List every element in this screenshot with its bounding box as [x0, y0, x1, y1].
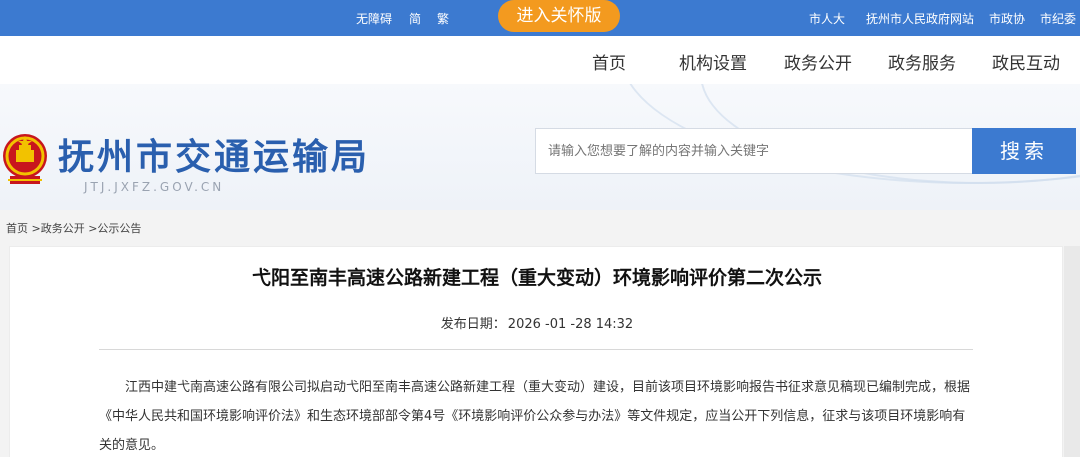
- site-domain: JTJ.JXFZ.GOV.CN: [84, 180, 225, 194]
- nav-item-government-services[interactable]: 政务服务: [888, 49, 956, 74]
- article-panel: 弋阳至南丰高速公路新建工程（重大变动）环境影响评价第二次公示 发布日期： 2026…: [9, 246, 1063, 457]
- breadcrumb-government-affairs[interactable]: >政务公开: [32, 222, 85, 235]
- article-title: 弋阳至南丰高速公路新建工程（重大变动）环境影响评价第二次公示: [251, 267, 822, 289]
- national-emblem-icon: [3, 134, 47, 184]
- care-mode-button[interactable]: 进入关怀版: [498, 0, 620, 32]
- title-divider: [99, 349, 973, 350]
- page-edge-strip: [1064, 246, 1080, 457]
- top-link-discipline-commission[interactable]: 市纪委: [1040, 10, 1076, 27]
- nav-item-home[interactable]: 首页: [592, 49, 626, 74]
- top-bar: 无障碍 简 繁 进入关怀版 市人大 抚州市人民政府网站 市政协 市纪委: [0, 0, 1080, 36]
- traditional-chinese-link[interactable]: 繁: [437, 10, 449, 27]
- accessibility-link[interactable]: 无障碍: [356, 10, 392, 27]
- search-button[interactable]: 搜索: [972, 128, 1076, 174]
- top-link-city-government[interactable]: 抚州市人民政府网站: [866, 10, 974, 27]
- article-paragraph: 江西中建弋南高速公路有限公司拟启动弋阳至南丰高速公路新建工程（重大变动）建设，目…: [99, 380, 971, 453]
- breadcrumb-home[interactable]: 首页: [6, 222, 28, 235]
- publish-date-value: 2026 -01 -28 14:32: [507, 317, 634, 332]
- breadcrumb: 首页 >政务公开 >公示公告: [6, 220, 141, 236]
- top-link-municipal-congress[interactable]: 市人大: [809, 10, 845, 27]
- simplified-chinese-link[interactable]: 简: [409, 10, 421, 27]
- site-title: 抚州市交通运输局: [58, 137, 371, 178]
- nav-item-interaction[interactable]: 政民互动: [992, 49, 1060, 74]
- publish-date-label: 发布日期：: [440, 317, 506, 332]
- publish-date-line: 发布日期： 2026 -01 -28 14:32: [10, 313, 1064, 332]
- nav-item-organization[interactable]: 机构设置: [679, 49, 747, 74]
- breadcrumb-notices[interactable]: >公示公告: [88, 222, 141, 235]
- nav-item-government-affairs[interactable]: 政务公开: [784, 49, 852, 74]
- top-link-cppcc[interactable]: 市政协: [989, 10, 1025, 27]
- search-input[interactable]: [535, 128, 973, 174]
- main-nav: 首页 机构设置 政务公开 政务服务 政民互动: [0, 36, 1080, 84]
